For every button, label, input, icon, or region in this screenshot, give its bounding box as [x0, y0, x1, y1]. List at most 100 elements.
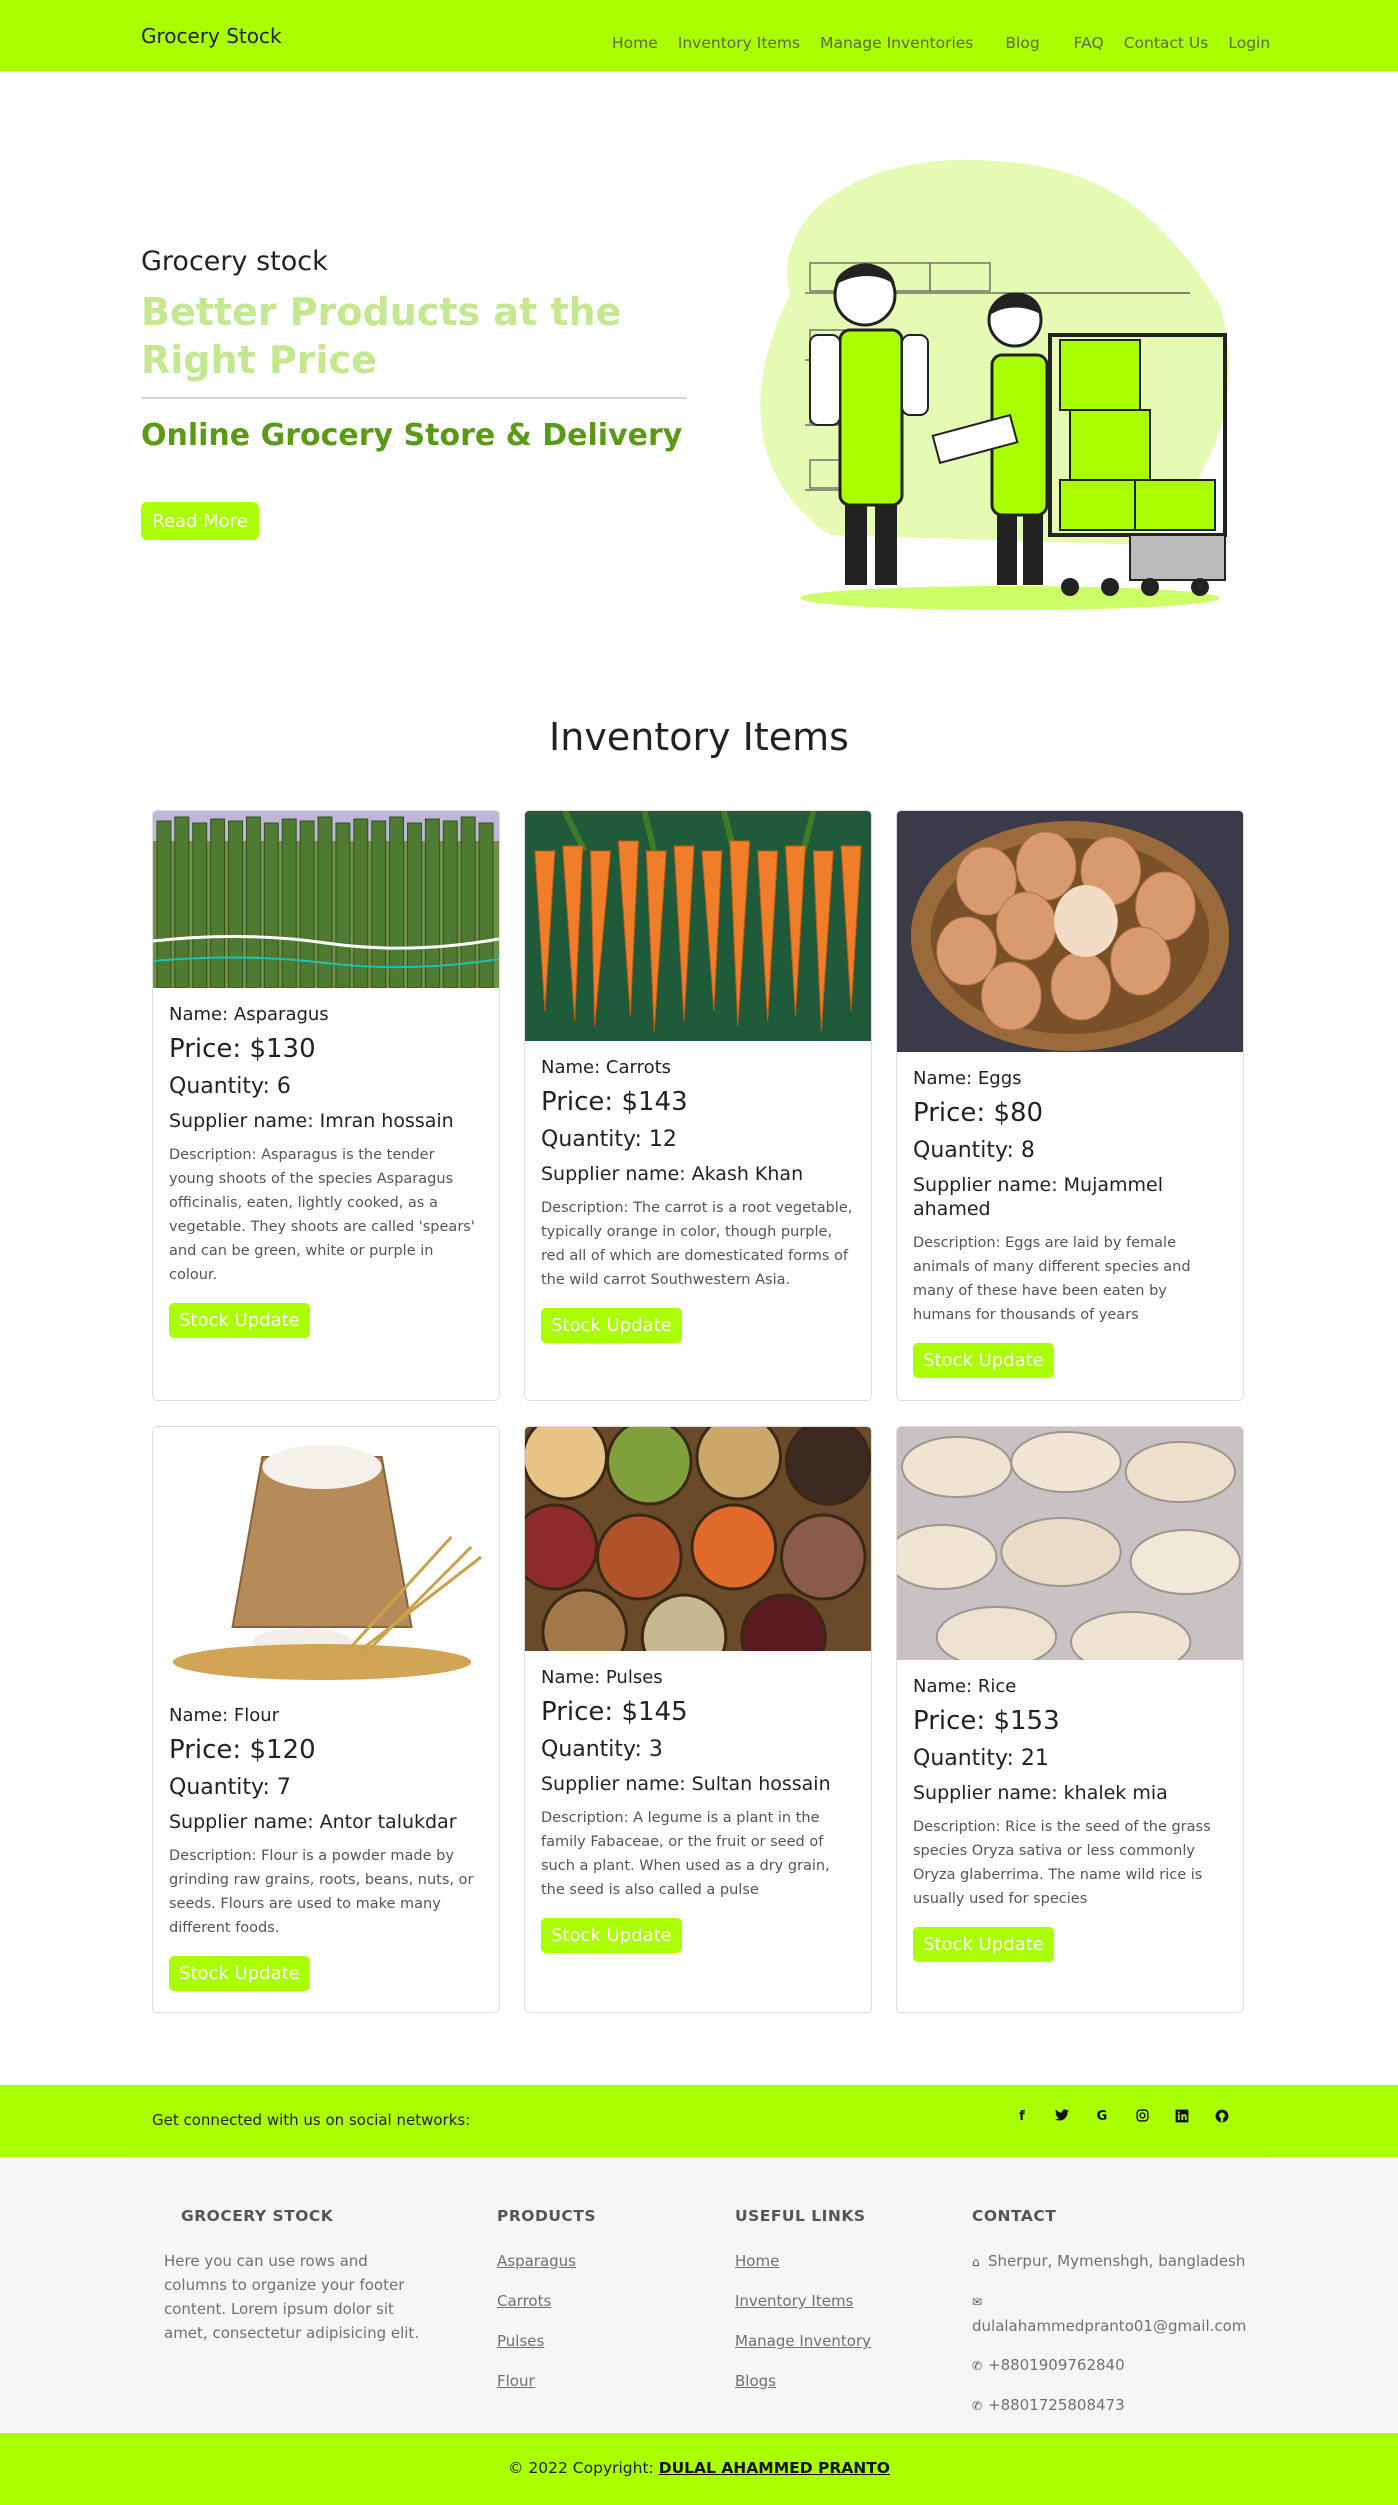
inventory-card: Name: Pulses Price: $145 Quantity: 3 Sup…: [524, 1426, 872, 2013]
copyright-bar: © 2022 Copyright: DULAL AHAMMED PRANTO: [0, 2433, 1398, 2505]
item-supplier: Supplier name: Akash Khan: [541, 1163, 804, 1185]
nav-blog[interactable]: Blog: [1005, 34, 1039, 52]
item-quantity: Quantity: 3: [541, 1737, 663, 1762]
facebook-icon[interactable]: f: [1002, 2109, 1042, 2127]
github-icon[interactable]: [1202, 2109, 1242, 2127]
phone-text: +8801909762840: [988, 2356, 1125, 2374]
hero-divider: [141, 397, 687, 399]
item-supplier: Supplier name: khalek mia: [913, 1782, 1168, 1804]
footer-useful-link[interactable]: Home: [735, 2252, 779, 2270]
footer-useful-link[interactable]: Manage Inventory: [735, 2332, 871, 2350]
item-description: Description: Eggs are laid by female ani…: [913, 1235, 1191, 1323]
nav-faq[interactable]: FAQ: [1074, 34, 1104, 52]
footer-brand-text: Here you can use rows and columns to org…: [164, 2252, 420, 2342]
item-price: Price: $145: [541, 1697, 688, 1727]
footer-brand-heading: GROCERY STOCK: [181, 2207, 334, 2225]
footer-contact-heading: CONTACT: [972, 2207, 1057, 2225]
footer-product-link[interactable]: Pulses: [497, 2332, 544, 2350]
item-price: Price: $143: [541, 1087, 688, 1117]
carrots-image: [525, 811, 871, 1041]
item-price: Price: $130: [169, 1034, 316, 1064]
twitter-icon[interactable]: [1042, 2109, 1082, 2127]
google-icon[interactable]: G: [1082, 2109, 1122, 2127]
item-description: Description: The carrot is a root vegeta…: [541, 1200, 853, 1288]
social-icons: f G: [1002, 2109, 1242, 2127]
item-description: Description: Rice is the seed of the gra…: [913, 1819, 1211, 1907]
asparagus-image: [153, 811, 499, 988]
item-supplier: Supplier name: Mujammel ahamed: [913, 1174, 1163, 1220]
email-text: dulalahammedpranto01@gmail.com: [972, 2317, 1247, 2335]
nav-manage-inventories[interactable]: Manage Inventories: [820, 34, 973, 52]
footer-product-link[interactable]: Flour: [497, 2372, 535, 2390]
item-name: Name: Carrots: [541, 1057, 672, 1078]
nav-home[interactable]: Home: [612, 34, 658, 52]
footer-useful-link[interactable]: Blogs: [735, 2372, 776, 2390]
item-supplier: Supplier name: Sultan hossain: [541, 1773, 831, 1795]
home-icon: ⌂: [972, 2255, 980, 2269]
item-supplier: Supplier name: Antor talukdar: [169, 1811, 457, 1833]
footer-address: ⌂ Sherpur, Mymenshgh, bangladesh: [972, 2249, 1245, 2274]
nav-contact-us[interactable]: Contact Us: [1124, 34, 1209, 52]
copyright-label: © 2022 Copyright:: [508, 2459, 654, 2477]
eggs-image: [897, 811, 1243, 1052]
inventory-card: Name: Flour Price: $120 Quantity: 7 Supp…: [152, 1426, 500, 2013]
inventory-card: Name: Rice Price: $153 Quantity: 21 Supp…: [896, 1426, 1244, 2013]
item-name: Name: Eggs: [913, 1068, 1022, 1089]
stock-update-button[interactable]: Stock Update: [169, 1303, 310, 1338]
instagram-icon[interactable]: [1122, 2109, 1162, 2127]
item-name: Name: Rice: [913, 1676, 1017, 1697]
stock-update-button[interactable]: Stock Update: [541, 1308, 682, 1343]
item-price: Price: $153: [913, 1706, 1060, 1736]
envelope-icon: ✉: [972, 2295, 983, 2309]
hero-tagline: Online Grocery Store & Delivery: [141, 418, 683, 453]
rice-image: [897, 1427, 1243, 1660]
flour-image: [153, 1427, 499, 1689]
stock-update-button[interactable]: Stock Update: [913, 1927, 1054, 1962]
hero-illustration: [760, 159, 1230, 610]
footer-phone: ✆ +8801909762840: [972, 2353, 1125, 2378]
item-quantity: Quantity: 8: [913, 1138, 1035, 1163]
item-description: Description: A legume is a plant in the …: [541, 1810, 830, 1898]
item-quantity: Quantity: 21: [913, 1746, 1049, 1771]
stock-update-button[interactable]: Stock Update: [541, 1918, 682, 1953]
footer-product-link[interactable]: Carrots: [497, 2292, 551, 2310]
item-name: Name: Asparagus: [169, 1004, 329, 1025]
item-quantity: Quantity: 12: [541, 1127, 677, 1152]
phone-text: +8801725808473: [988, 2396, 1125, 2414]
phone-icon: ✆: [972, 2399, 983, 2413]
item-quantity: Quantity: 7: [169, 1775, 291, 1800]
phone-icon: ✆: [972, 2359, 983, 2373]
stock-update-button[interactable]: Stock Update: [169, 1956, 310, 1991]
nav-login[interactable]: Login: [1228, 34, 1270, 52]
brand-logo[interactable]: Grocery Stock: [141, 24, 282, 48]
stock-update-button[interactable]: Stock Update: [913, 1343, 1054, 1378]
inventory-card: Name: Eggs Price: $80 Quantity: 8 Suppli…: [896, 810, 1244, 1401]
linkedin-icon[interactable]: [1162, 2109, 1202, 2127]
inventory-card: Name: Asparagus Price: $130 Quantity: 6 …: [152, 810, 500, 1401]
pulses-image: [525, 1427, 871, 1651]
read-more-button[interactable]: Read More: [141, 502, 259, 540]
address-text: Sherpur, Mymenshgh, bangladesh: [988, 2252, 1246, 2270]
social-bar: Get connected with us on social networks…: [0, 2085, 1398, 2157]
inventory-section-title: Inventory Items: [549, 715, 849, 759]
item-description: Description: Flour is a powder made by g…: [169, 1848, 474, 1936]
hero-title: Better Products at the Right Price: [141, 290, 622, 382]
nav-inventory-items[interactable]: Inventory Items: [678, 34, 800, 52]
copyright-text: © 2022 Copyright: DULAL AHAMMED PRANTO: [0, 2459, 1398, 2477]
footer-products-heading: PRODUCTS: [497, 2207, 597, 2225]
item-name: Name: Flour: [169, 1705, 280, 1726]
footer-phone: ✆ +8801725808473: [972, 2393, 1125, 2418]
footer-useful-link[interactable]: Inventory Items: [735, 2292, 853, 2310]
nav-links: Home Inventory Items Manage Inventories …: [612, 34, 1290, 52]
footer-email: ✉ dulalahammedpranto01@gmail.com: [972, 2289, 1246, 2338]
item-description: Description: Asparagus is the tender you…: [169, 1147, 475, 1283]
footer-links-heading: USEFUL LINKS: [735, 2207, 866, 2225]
item-quantity: Quantity: 6: [169, 1074, 291, 1099]
item-price: Price: $80: [913, 1098, 1044, 1128]
footer-divider: [128, 2157, 1270, 2158]
footer-product-link[interactable]: Asparagus: [497, 2252, 576, 2270]
inventory-card: Name: Carrots Price: $143 Quantity: 12 S…: [524, 810, 872, 1401]
item-name: Name: Pulses: [541, 1667, 663, 1688]
copyright-owner-link[interactable]: DULAL AHAMMED PRANTO: [659, 2459, 890, 2477]
hero-subtitle: Grocery stock: [141, 246, 328, 277]
